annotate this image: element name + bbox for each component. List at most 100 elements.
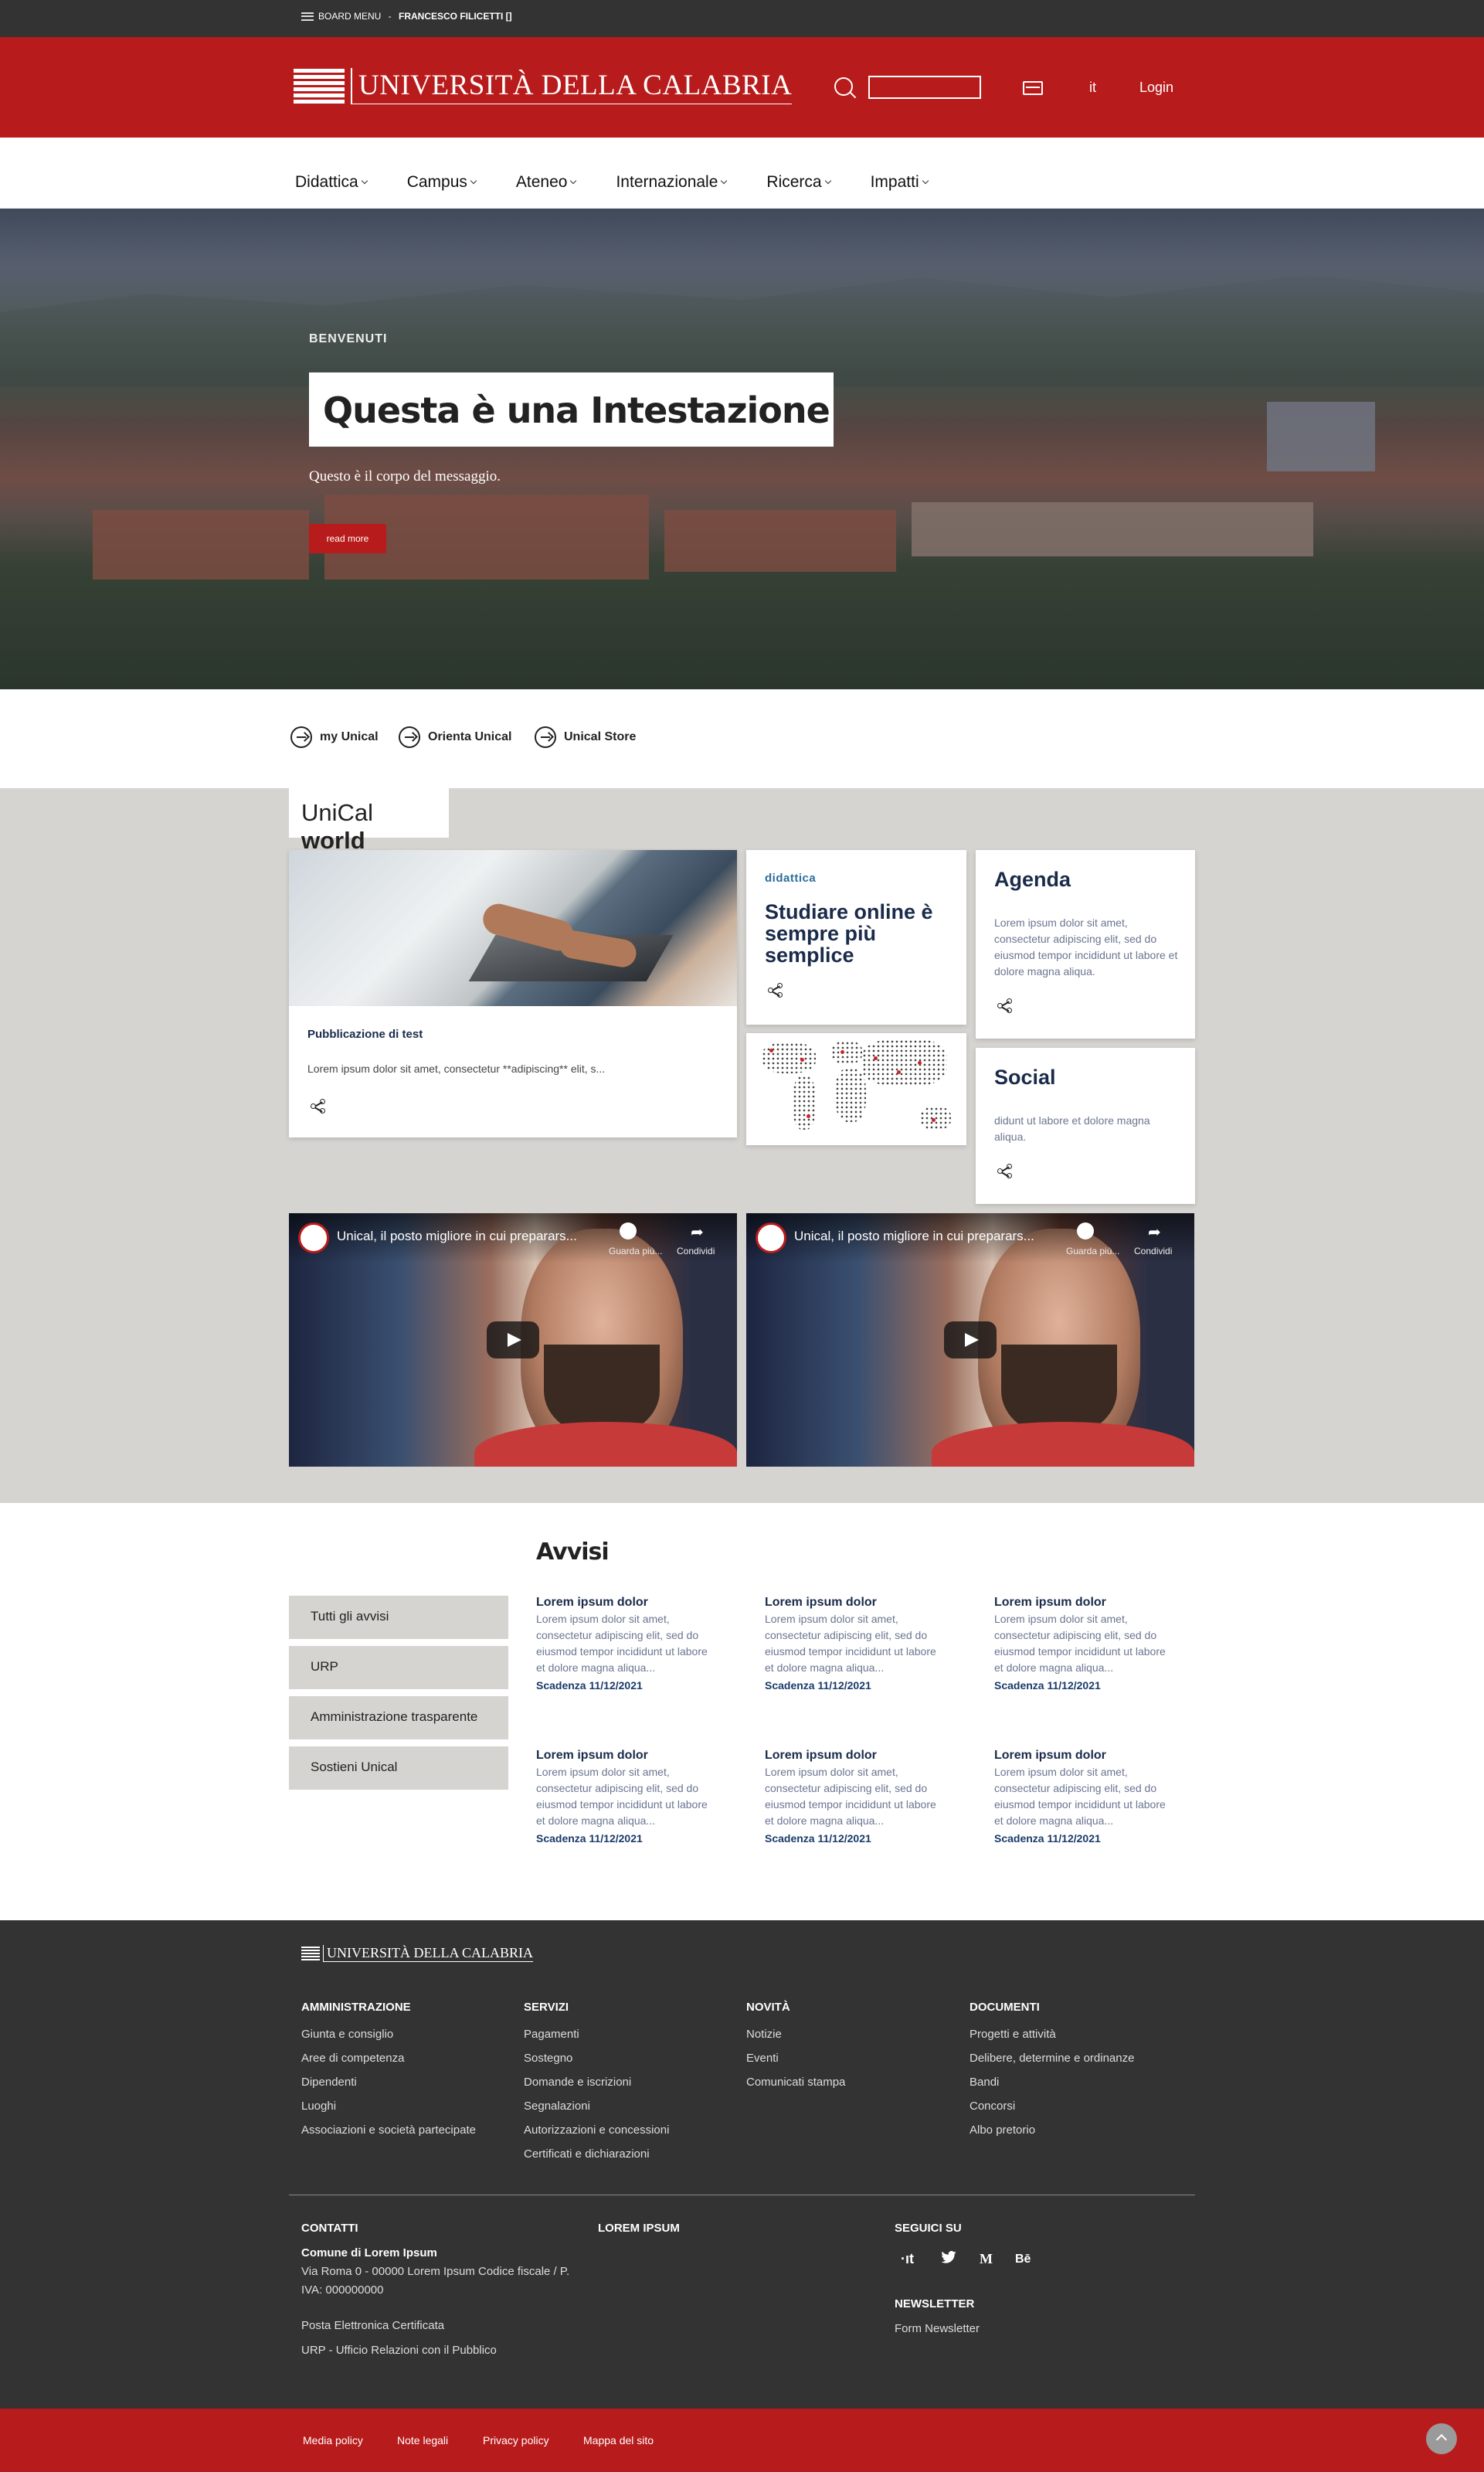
quick-link-label: my Unical xyxy=(320,730,379,743)
share-icon[interactable] xyxy=(311,1099,328,1114)
footer-col-amministrazione: AMMINISTRAZIONE Giunta e consiglio Aree di… xyxy=(301,2001,476,2147)
card-icon[interactable] xyxy=(1023,81,1043,95)
video-title[interactable]: Unical, il posto migliore in cui prepara… xyxy=(337,1229,599,1244)
footer-link[interactable]: Comunicati stampa xyxy=(746,2076,845,2089)
media-policy-link[interactable]: Media policy xyxy=(303,2434,363,2446)
laptop-image xyxy=(289,850,737,1006)
share-icon[interactable] xyxy=(768,983,785,998)
quick-link-orienta-unical[interactable]: Orienta Unical xyxy=(399,726,511,748)
avviso-body: Lorem ipsum dolor sit amet, consectetur … xyxy=(765,1766,936,1827)
video-title[interactable]: Unical, il posto migliore in cui prepara… xyxy=(794,1229,1057,1244)
footer-link[interactable]: Sostegno xyxy=(524,2052,669,2065)
board-menu-label: BOARD MENU xyxy=(318,11,382,22)
watch-later-label: Guarda più... xyxy=(1066,1246,1120,1256)
contacts-address: Via Roma 0 - 00000 Lorem Ipsum Codice fi… xyxy=(301,2265,570,2297)
footer-link[interactable]: Concorsi xyxy=(970,2100,1134,2113)
footer-link[interactable]: Progetti e attività xyxy=(970,2028,1134,2041)
search-icon[interactable] xyxy=(834,77,853,96)
avviso-item[interactable]: Lorem ipsum dolor Lorem ipsum dolor sit … xyxy=(536,1749,714,1845)
sitemap-link[interactable]: Mappa del sito xyxy=(583,2434,654,2446)
nav-item-ateneo[interactable]: Ateneo xyxy=(516,173,577,192)
privacy-policy-link[interactable]: Privacy policy xyxy=(483,2434,549,2446)
site-logo[interactable]: UNIVERSITÀ DELLA CALABRIA xyxy=(294,68,793,104)
chevron-down-icon xyxy=(721,177,728,185)
footer-link[interactable]: Dipendenti xyxy=(301,2076,476,2089)
clock-icon[interactable] xyxy=(620,1222,637,1239)
channel-logo-icon[interactable] xyxy=(756,1222,786,1253)
side-item-urp[interactable]: URP xyxy=(289,1646,508,1689)
medium-icon[interactable]: M xyxy=(980,2251,993,2267)
search-input[interactable] xyxy=(868,76,981,99)
nav-item-campus[interactable]: Campus xyxy=(407,173,477,192)
chevron-down-icon xyxy=(824,177,831,185)
footer-link[interactable]: Delibere, determine e ordinanze xyxy=(970,2052,1134,2065)
play-icon[interactable] xyxy=(944,1321,997,1358)
avviso-title: Lorem ipsum dolor xyxy=(765,1596,877,1609)
behance-icon[interactable]: Bē xyxy=(1015,2253,1031,2266)
newsletter-link[interactable]: Form Newsletter xyxy=(895,2320,980,2338)
nav-item-ricerca[interactable]: Ricerca xyxy=(766,173,831,192)
hero-banner: BENVENUTI Questa è una Intestazione Ques… xyxy=(0,209,1484,689)
nav-item-impatti[interactable]: Impatti xyxy=(871,173,929,192)
card-publication[interactable]: Pubblicazione di test Lorem ipsum dolor … xyxy=(289,850,737,1137)
footer-link[interactable]: Autorizzazioni e concessioni xyxy=(524,2123,669,2137)
twitter-icon[interactable] xyxy=(941,2250,956,2267)
logo-mark-icon xyxy=(294,68,345,104)
avviso-item[interactable]: Lorem ipsum dolor Lorem ipsum dolor sit … xyxy=(765,1596,942,1692)
nav-item-didattica[interactable]: Didattica xyxy=(295,173,368,192)
hero-kicker: BENVENUTI xyxy=(309,332,388,345)
avviso-item[interactable]: Lorem ipsum dolor Lorem ipsum dolor sit … xyxy=(765,1749,942,1845)
card-title: Social xyxy=(994,1066,1056,1089)
clock-icon[interactable] xyxy=(1077,1222,1094,1239)
quick-link-unical-store[interactable]: Unical Store xyxy=(535,726,636,748)
side-item-tutti-gli-avvisi[interactable]: Tutti gli avvisi xyxy=(289,1596,508,1639)
footer-link[interactable]: Bandi xyxy=(970,2076,1134,2089)
note-legali-link[interactable]: Note legali xyxy=(397,2434,448,2446)
footer-link[interactable]: Giunta e consiglio xyxy=(301,2028,476,2041)
logo-mark-icon xyxy=(301,1947,320,1960)
footer-link[interactable]: Albo pretorio xyxy=(970,2123,1134,2137)
video-player[interactable]: Unical, il posto migliore in cui prepara… xyxy=(289,1213,737,1467)
chevron-down-icon xyxy=(470,177,477,185)
footer-link[interactable]: Associazioni e società partecipate xyxy=(301,2123,476,2137)
designers-italia-icon[interactable]: ·ıt xyxy=(901,2251,914,2267)
urp-link[interactable]: URP - Ufficio Relazioni con il Pubblico xyxy=(301,2341,579,2360)
pec-link[interactable]: Posta Elettronica Certificata xyxy=(301,2317,579,2335)
share-arrow-icon[interactable]: ➦ xyxy=(1148,1222,1161,1242)
footer-link[interactable]: Pagamenti xyxy=(524,2028,669,2041)
read-more-button[interactable]: read more xyxy=(309,524,386,553)
channel-logo-icon[interactable] xyxy=(298,1222,329,1253)
quick-link-my-unical[interactable]: my Unical xyxy=(290,726,379,748)
avviso-item[interactable]: Lorem ipsum dolor Lorem ipsum dolor sit … xyxy=(536,1596,714,1692)
share-arrow-icon[interactable]: ➦ xyxy=(691,1222,704,1242)
card-social[interactable]: Social didunt ut labore et dolore magna … xyxy=(976,1048,1195,1204)
footer-link[interactable]: Segnalazioni xyxy=(524,2100,669,2113)
share-label: Condividi xyxy=(1134,1246,1173,1256)
card-didattica[interactable]: didattica Studiare online è sempre più s… xyxy=(746,850,966,1025)
footer-link[interactable]: Luoghi xyxy=(301,2100,476,2113)
footer-link[interactable]: Aree di competenza xyxy=(301,2052,476,2065)
side-item-amministrazione-trasparente[interactable]: Amministrazione trasparente xyxy=(289,1696,508,1739)
footer-link[interactable]: Certificati e dichiarazioni xyxy=(524,2147,669,2161)
footer-link[interactable]: Notizie xyxy=(746,2028,845,2041)
nav-item-internazionale[interactable]: Internazionale xyxy=(616,173,728,192)
separator: - xyxy=(385,11,395,22)
footer-link[interactable]: Eventi xyxy=(746,2052,845,2065)
avviso-item[interactable]: Lorem ipsum dolor Lorem ipsum dolor sit … xyxy=(994,1596,1172,1692)
play-icon[interactable] xyxy=(487,1321,539,1358)
login-link[interactable]: Login xyxy=(1139,80,1173,96)
bottom-bar: Media policy Note legali Privacy policy … xyxy=(0,2409,1484,2472)
board-menu[interactable]: BOARD MENU - FRANCESCO FILICETTI [] xyxy=(301,11,512,22)
footer-link[interactable]: Domande e iscrizioni xyxy=(524,2076,669,2089)
share-icon[interactable] xyxy=(997,998,1014,1014)
footer-col-documenti: DOCUMENTI Progetti e attività Delibere, de… xyxy=(970,2001,1134,2147)
avviso-date: Scadenza 11/12/2021 xyxy=(994,1832,1101,1845)
share-icon[interactable] xyxy=(997,1164,1014,1179)
back-to-top-icon[interactable] xyxy=(1426,2423,1457,2454)
footer-logo[interactable]: UNIVERSITÀ DELLA CALABRIA xyxy=(301,1945,533,1962)
side-item-sostieni-unical[interactable]: Sostieni Unical xyxy=(289,1746,508,1790)
card-agenda[interactable]: Agenda Lorem ipsum dolor sit amet, conse… xyxy=(976,850,1195,1039)
language-selector[interactable]: it xyxy=(1089,80,1096,96)
avviso-item[interactable]: Lorem ipsum dolor Lorem ipsum dolor sit … xyxy=(994,1749,1172,1845)
video-player[interactable]: Unical, il posto migliore in cui prepara… xyxy=(746,1213,1194,1467)
